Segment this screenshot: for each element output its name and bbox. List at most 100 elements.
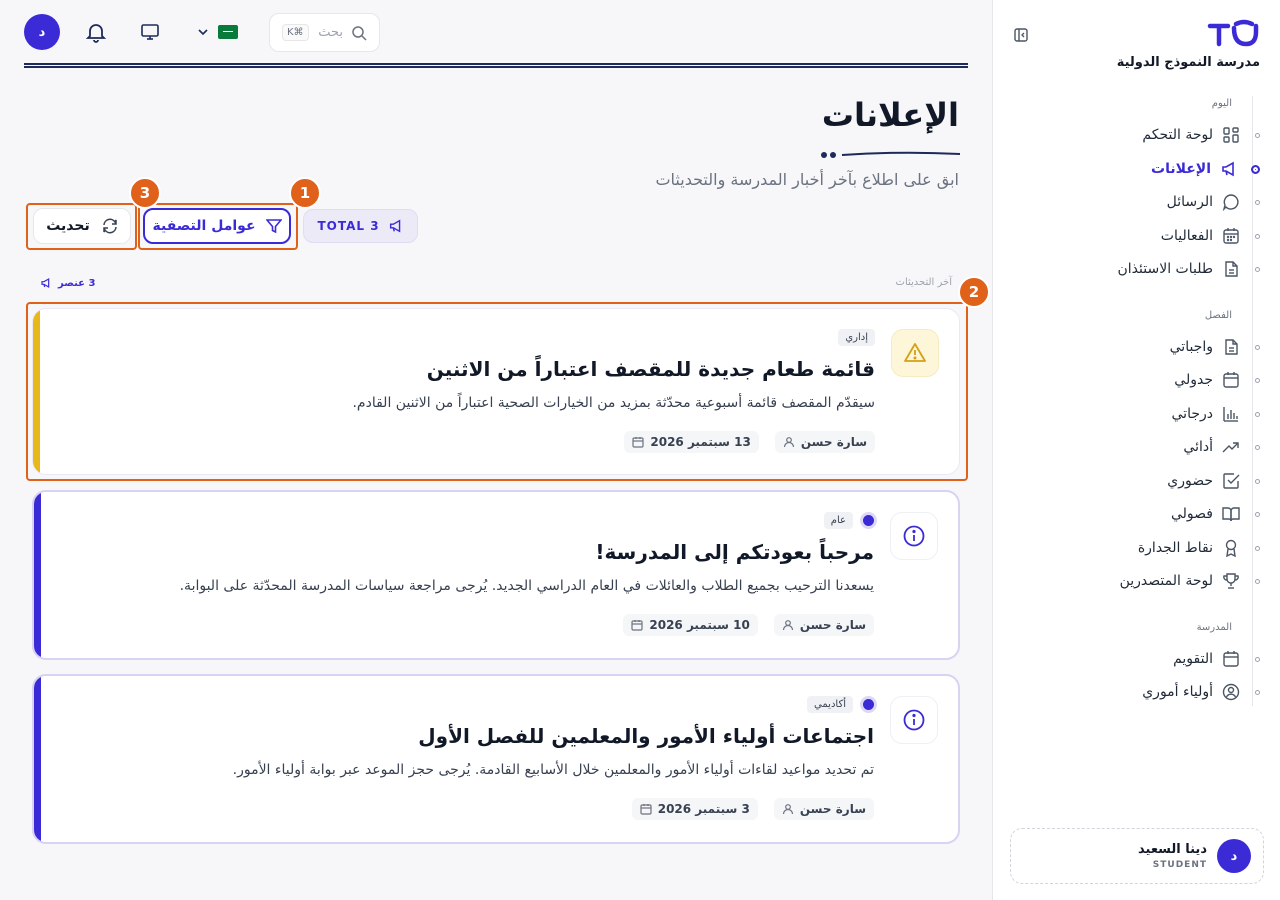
nav-dot [1255, 344, 1260, 350]
sidebar-item-label: جدولي [1174, 372, 1213, 388]
monitor-icon[interactable] [138, 20, 162, 44]
sidebar-item-events[interactable]: الفعاليات [1020, 222, 1260, 250]
sidebar-item-guardians[interactable]: أولياء أموري [1020, 678, 1260, 706]
date-chip: 10 سبتمبر 2026 [623, 614, 758, 636]
trophy-icon [1221, 571, 1241, 591]
nav-dot [1255, 545, 1260, 551]
nav-dot [1255, 377, 1260, 383]
school-name: مدرسة النموذج الدولية [1116, 55, 1260, 70]
sidebar-item-label: الفعاليات [1160, 228, 1213, 244]
sidebar-item-label: درجاتي [1171, 406, 1213, 422]
info-icon [890, 696, 938, 744]
title-underline-decoration [821, 151, 960, 158]
filters-label: عوامل التصفية [152, 218, 256, 234]
filters-button[interactable]: عوامل التصفية [143, 208, 291, 244]
refresh-button[interactable]: تحديث [33, 208, 131, 244]
calendar-icon [632, 437, 644, 448]
trending-up-icon [1221, 437, 1241, 457]
refresh-icon [103, 218, 117, 234]
category-tag: إداري [838, 329, 875, 346]
user-avatar-button[interactable]: د [24, 14, 60, 50]
document-icon [1221, 259, 1241, 279]
item-count-label: 3 عنصر [58, 277, 96, 289]
user-icon [782, 620, 793, 631]
unread-indicator [863, 699, 874, 710]
sidebar-item-label: أدائي [1183, 439, 1213, 455]
nav-dot [1255, 233, 1260, 239]
nav-dot [1255, 411, 1260, 417]
announcement-body: سيقدّم المقصف قائمة أسبوعية محدّثة بمزيد… [352, 395, 875, 411]
annotation-marker-1: 1 [289, 177, 321, 209]
sidebar-item-label: حضوري [1167, 473, 1213, 489]
sidebar-item-label: الإعلانات [1151, 161, 1211, 177]
award-icon [1221, 538, 1241, 558]
total-count-badge: TOTAL 3 [303, 209, 418, 243]
sidebar-item-performance[interactable]: أدائي [1020, 433, 1260, 461]
avatar: د [1217, 839, 1251, 873]
nav-dot [1255, 444, 1260, 450]
sidebar-item-merit-points[interactable]: نقاط الجدارة [1020, 534, 1260, 562]
bell-icon[interactable] [84, 20, 108, 44]
sidebar-item-calendar[interactable]: التقويم [1020, 645, 1260, 673]
sidebar-item-grades[interactable]: درجاتي [1020, 400, 1260, 428]
chat-icon [1221, 192, 1241, 212]
category-tag: عام [823, 512, 853, 529]
sidebar-item-schedule[interactable]: جدولي [1020, 366, 1260, 394]
sidebar-item-leaderboard[interactable]: لوحة المتصدرين [1020, 567, 1260, 595]
document-icon [1221, 337, 1241, 357]
author-name: سارة حسن [799, 618, 866, 632]
nav-dot [1255, 132, 1260, 138]
nav-dot [1255, 511, 1260, 517]
announcement-card[interactable]: عام مرحباً بعودتكم إلى المدرسة! يسعدنا ا… [32, 490, 960, 660]
annotation-marker-2: 2 [958, 276, 990, 308]
announcement-body: يسعدنا الترحيب بجميع الطلاب والعائلات في… [179, 578, 874, 594]
nav-dot [1255, 578, 1260, 584]
sidebar-item-label: الرسائل [1166, 194, 1213, 210]
sidebar-item-label: فصولي [1171, 506, 1213, 522]
user-circle-icon [1221, 682, 1241, 702]
announcement-body: تم تحديد مواعيد لقاءات أولياء الأمور وال… [232, 762, 874, 778]
profile-role: STUDENT [1152, 860, 1207, 870]
nav-dot [1255, 199, 1260, 205]
user-profile-card[interactable]: د دينا السعيد STUDENT [1010, 828, 1264, 884]
check-square-icon [1221, 471, 1241, 491]
search-placeholder: بحث [318, 25, 343, 40]
saudi-flag-icon [218, 25, 238, 39]
total-label: TOTAL 3 [317, 219, 380, 233]
sidebar-item-assignments[interactable]: واجباتي [1020, 333, 1260, 361]
sidebar-item-messages[interactable]: الرسائل [1020, 188, 1260, 216]
card-accent-bar [34, 492, 41, 658]
announcement-title: مرحباً بعودتكم إلى المدرسة! [595, 540, 874, 564]
search-shortcut-hint: K⌘ [282, 24, 309, 41]
user-icon [782, 804, 793, 815]
dashboard-icon [1221, 125, 1241, 145]
announcement-date: 13 سبتمبر 2026 [650, 435, 751, 449]
author-chip: سارة حسن [773, 798, 874, 820]
sidebar-item-dashboard[interactable]: لوحة التحكم [1020, 121, 1260, 149]
sidebar-item-label: لوحة المتصدرين [1119, 573, 1213, 589]
item-count: 3 عنصر [40, 277, 95, 289]
school-logo [1206, 18, 1260, 48]
sidebar: مدرسة النموذج الدولية اليوم لوحة التحكم … [992, 0, 1280, 900]
calendar-icon [1221, 370, 1241, 390]
announcement-card[interactable]: إداري قائمة طعام جديدة للمقصف اعتباراً م… [32, 308, 960, 475]
announcement-card[interactable]: أكاديمي اجتماعات أولياء الأمور والمعلمين… [32, 674, 960, 844]
calendar-icon [631, 620, 643, 631]
megaphone-icon [389, 219, 400, 233]
search-input[interactable]: K⌘ بحث [269, 13, 380, 52]
sidebar-item-classes[interactable]: فصولي [1020, 500, 1260, 528]
refresh-label: تحديث [46, 218, 90, 234]
announcement-date: 3 سبتمبر 2026 [657, 802, 750, 816]
profile-name: دينا السعيد [1138, 842, 1207, 857]
user-icon [783, 437, 794, 448]
search-icon [352, 25, 367, 41]
sidebar-item-announcements[interactable]: الإعلانات [1020, 155, 1260, 183]
category-tag: أكاديمي [807, 696, 853, 713]
sidebar-item-attendance[interactable]: حضوري [1020, 467, 1260, 495]
language-select[interactable] [196, 22, 238, 42]
nav-section-title: المدرسة [1196, 622, 1232, 633]
sidebar-item-leave-requests[interactable]: طلبات الاستئذان [1020, 255, 1260, 283]
sidebar-collapse-icon[interactable] [1013, 27, 1029, 43]
calendar-icon [1221, 649, 1241, 669]
page-subtitle: ابق على اطلاع بآخر أخبار المدرسة والتحدي… [655, 170, 959, 189]
